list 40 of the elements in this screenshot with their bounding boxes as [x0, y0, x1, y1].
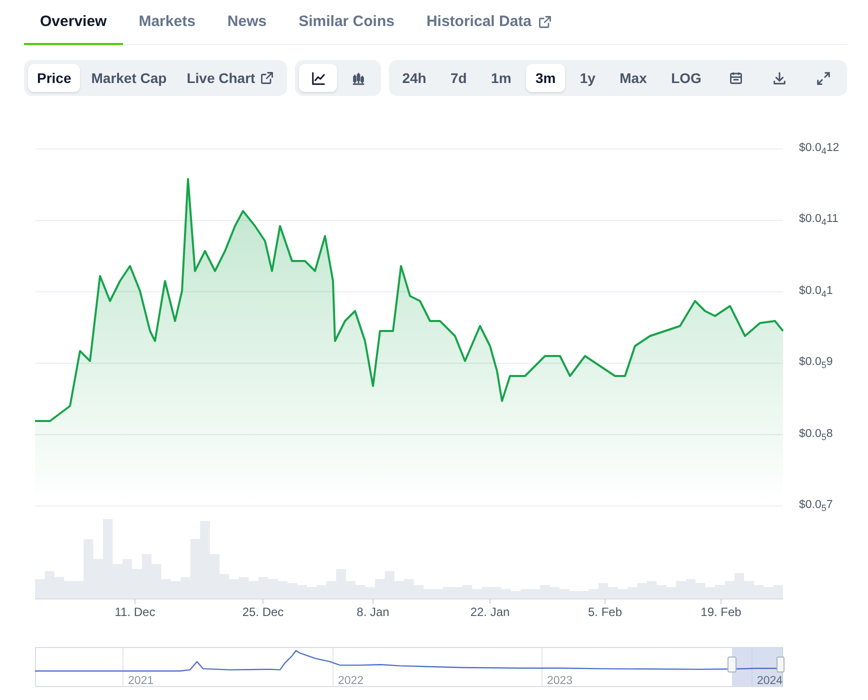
time-range-button[interactable]: 24h [393, 64, 436, 92]
expand-icon [816, 70, 832, 86]
navigator-year-label: 2024 [757, 675, 783, 687]
x-axis-label: 8. Jan [356, 605, 390, 619]
time-range-button[interactable]: 1m [482, 64, 520, 92]
x-axis-label: 11. Dec [114, 605, 156, 619]
x-axis-label: 19. Feb [700, 605, 742, 619]
tab[interactable]: Historical Data [410, 0, 568, 45]
calendar-icon [728, 71, 743, 85]
navigator-handle[interactable] [776, 656, 784, 672]
tab[interactable]: Similar Coins [282, 0, 410, 45]
tab[interactable]: Markets [122, 0, 212, 45]
data-type-button[interactable]: Price [28, 64, 80, 92]
data-type-button[interactable]: Market Cap [82, 64, 176, 92]
download-icon [772, 70, 788, 86]
navigator-selection[interactable] [732, 648, 783, 686]
x-axis-label: 22. Jan [470, 605, 510, 619]
navigator-year-label: 2023 [547, 675, 573, 687]
chart-style-button[interactable] [299, 64, 338, 92]
time-range-button[interactable]: 1y [570, 64, 604, 92]
time-range-button[interactable]: Max [610, 64, 656, 92]
navigator-year-label: 2022 [338, 675, 364, 687]
y-axis-label: $0.0$_{5}$9 [799, 355, 833, 370]
y-axis-label: $0.0$_{5}$7 [799, 498, 833, 512]
y-axis-label: $0.0$_{4}$12 [799, 141, 840, 155]
line-chart-icon [310, 70, 326, 86]
time-range-button[interactable]: 7d [442, 64, 476, 92]
y-axis-label: $0.0$_{5}$8 [799, 426, 833, 441]
navigator-year-label: 2021 [128, 675, 154, 687]
y-axis-label: $0.0$_{4}$11 [799, 212, 838, 226]
data-type-button[interactable]: Live Chart [178, 64, 284, 92]
x-axis-label: 25. Dec [242, 605, 284, 619]
tab[interactable]: News [211, 0, 283, 45]
x-axis-label: 5. Feb [588, 605, 622, 619]
time-range-button[interactable]: LOG [662, 64, 710, 92]
candlestick-icon [350, 70, 366, 86]
navigator-handle[interactable] [728, 656, 736, 672]
y-axis-label: $0.0$_{4}$1 [799, 284, 833, 298]
tab[interactable]: Overview [24, 0, 123, 45]
time-range-button[interactable]: 3m [526, 64, 565, 92]
